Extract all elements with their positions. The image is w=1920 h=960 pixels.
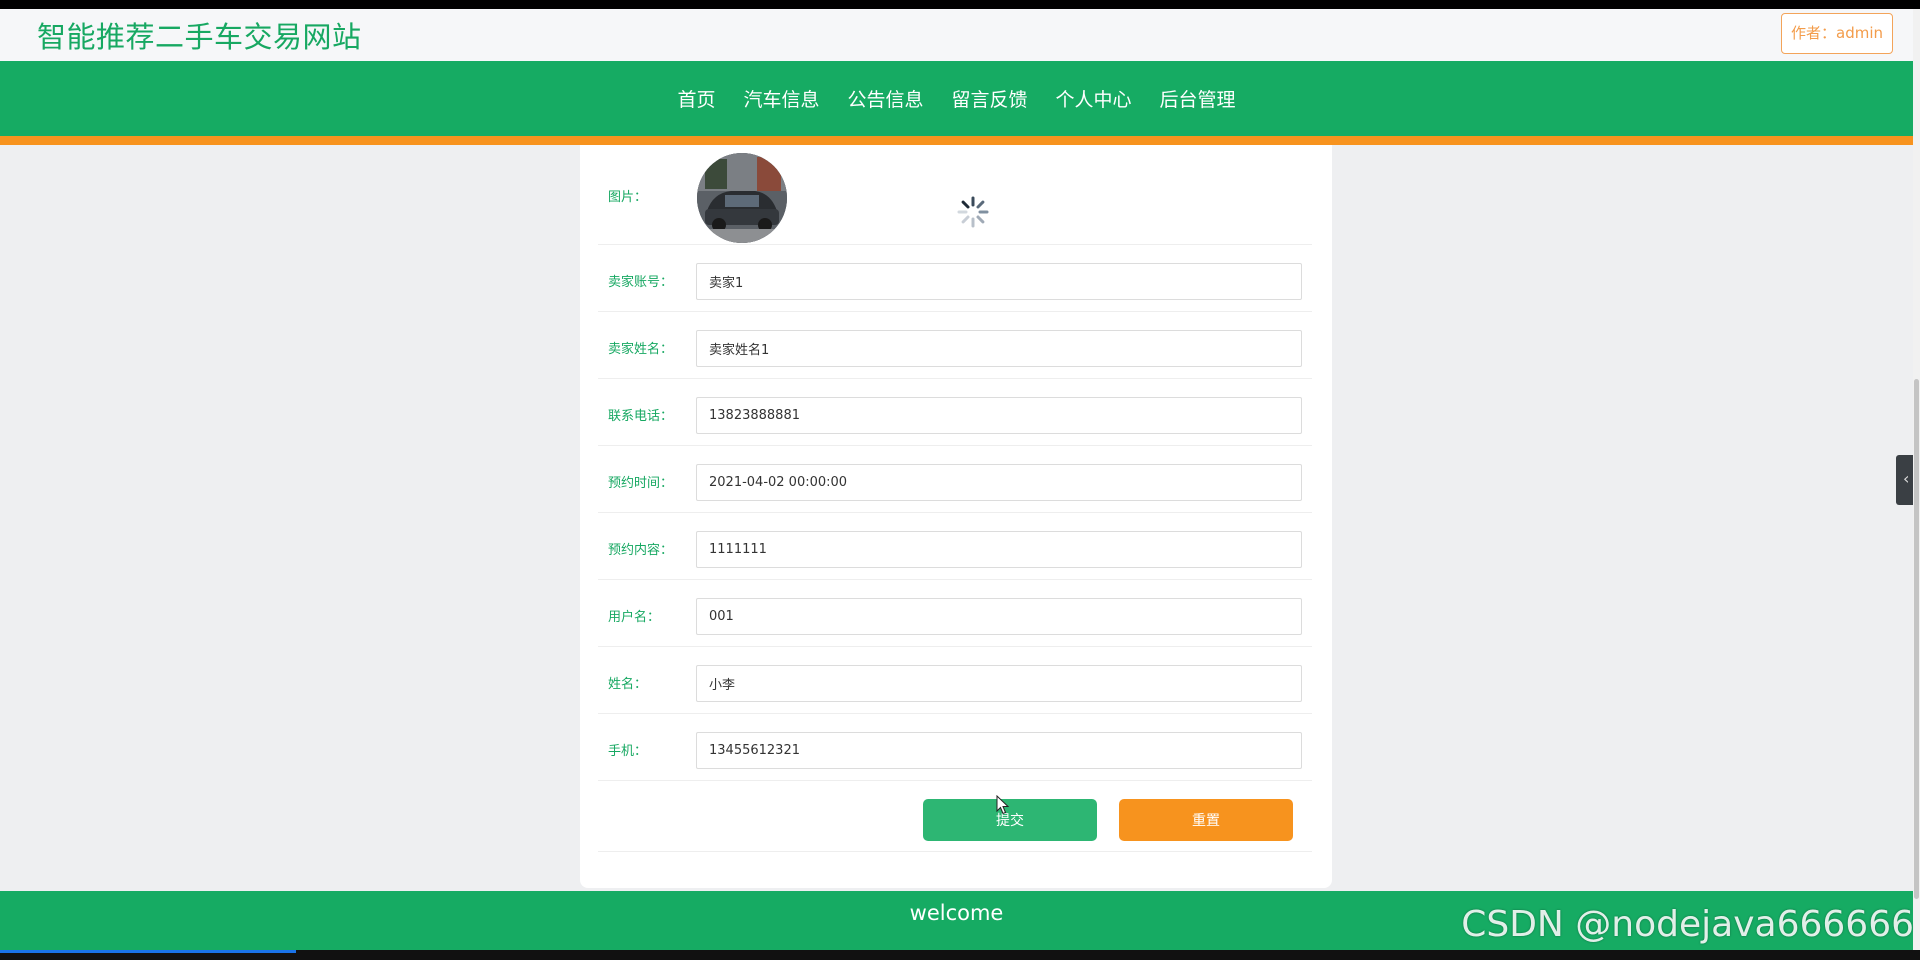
appointment-time-input[interactable] (696, 464, 1302, 501)
submit-button[interactable]: 提交 (923, 799, 1097, 841)
site-header: 智能推荐二手车交易网站 作者：admin (0, 9, 1913, 61)
appointment-form-card: 图片： 卖家账号： 卖家1 卖家姓名： 卖家姓名1 联系电话： 13823888… (580, 145, 1332, 888)
form-row-seller-name: 卖家姓名： (598, 312, 1312, 379)
mobile-label: 手机： (608, 744, 648, 759)
appointment-content-label: 预约内容： (608, 543, 674, 558)
car-image[interactable] (697, 153, 787, 243)
site-title[interactable]: 智能推荐二手车交易网站 (37, 14, 362, 56)
form-actions: 提交 重置 (598, 781, 1312, 852)
app-window: 智能推荐二手车交易网站 作者：admin 首页 汽车信息 公告信息 留言反馈 个… (0, 9, 1913, 950)
nav-item-admin[interactable]: 后台管理 (1146, 85, 1250, 112)
username-label: 用户名： (608, 610, 661, 625)
loading-spinner-icon (956, 195, 990, 229)
contact-phone-label: 联系电话： (608, 409, 674, 424)
form-row-appointment-time: 预约时间： (598, 446, 1312, 513)
mouse-cursor-icon (996, 794, 1010, 815)
contact-phone-input[interactable] (696, 397, 1302, 434)
nav-items: 首页 汽车信息 公告信息 留言反馈 个人中心 后台管理 (0, 61, 1913, 136)
chevron-left-icon: ‹ (1903, 469, 1910, 488)
image-label: 图片： (608, 190, 648, 205)
appointment-form: 图片： 卖家账号： 卖家1 卖家姓名： 卖家姓名1 联系电话： 13823888… (598, 145, 1312, 852)
nav-item-user-center[interactable]: 个人中心 (1042, 85, 1146, 112)
nav-item-announcements[interactable]: 公告信息 (833, 85, 937, 112)
seller-account-input[interactable] (696, 263, 1302, 300)
username-input[interactable] (696, 598, 1302, 635)
loading-progress-bar (0, 950, 296, 953)
form-row-contact-phone: 联系电话： (598, 379, 1312, 446)
seller-account-label: 卖家账号： (608, 275, 674, 290)
page-scrollbar[interactable] (1913, 9, 1920, 950)
seller-name-label: 卖家姓名： (608, 342, 674, 357)
name-input[interactable] (696, 665, 1302, 702)
seller-name-input[interactable] (696, 330, 1302, 367)
form-row-mobile: 手机： (598, 714, 1312, 781)
main-navbar: 首页 汽车信息 公告信息 留言反馈 个人中心 后台管理 (0, 61, 1913, 145)
appointment-time-label: 预约时间： (608, 476, 674, 491)
form-row-seller-account: 卖家账号： (598, 245, 1312, 312)
form-row-image: 图片： (598, 145, 1312, 245)
scrollbar-thumb[interactable] (1914, 379, 1919, 899)
name-label: 姓名： (608, 677, 648, 692)
reset-button[interactable]: 重置 (1119, 799, 1293, 841)
author-badge[interactable]: 作者：admin (1781, 13, 1893, 54)
form-row-appointment-content: 预约内容： (598, 513, 1312, 580)
appointment-content-input[interactable] (696, 531, 1302, 568)
mobile-input[interactable] (696, 732, 1302, 769)
form-row-username: 用户名： (598, 580, 1312, 647)
form-row-name: 姓名： (598, 647, 1312, 714)
nav-item-home[interactable]: 首页 (663, 85, 729, 112)
nav-item-feedback[interactable]: 留言反馈 (938, 85, 1042, 112)
bottom-status-bar (0, 950, 1920, 960)
nav-item-car-info[interactable]: 汽车信息 (729, 85, 833, 112)
csdn-watermark: CSDN @nodejava666666 (1461, 904, 1914, 945)
